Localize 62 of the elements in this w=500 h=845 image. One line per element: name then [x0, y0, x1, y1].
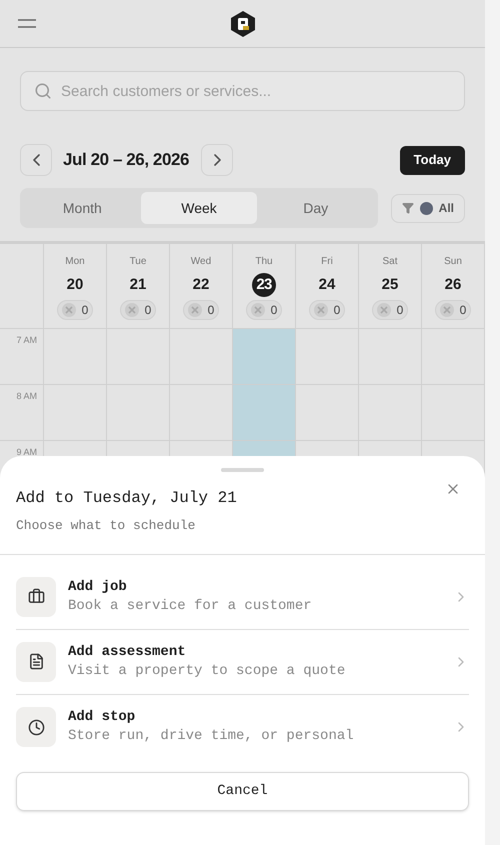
weekday-label: Tue — [130, 256, 146, 268]
clock-icon — [28, 718, 44, 736]
x-circle-icon — [62, 303, 76, 317]
day-number[interactable]: 23 — [252, 273, 276, 297]
job-count-pill: 0 — [120, 300, 156, 320]
option-row[interactable]: Add stop Store run, drive time, or personal — [16, 694, 469, 760]
day-number[interactable]: 21 — [126, 273, 150, 297]
cancel-button[interactable]: Cancel — [16, 772, 469, 810]
option-description: Visit a property to scope a quote — [68, 662, 346, 680]
previous-button[interactable] — [20, 144, 52, 176]
filter-button[interactable]: All — [390, 194, 465, 222]
option-description: Book a service for a customer — [68, 596, 313, 616]
next-button[interactable] — [201, 144, 234, 176]
day-number[interactable]: 26 — [441, 273, 465, 297]
job-count-pill: 0 — [308, 300, 346, 320]
drag-handle[interactable] — [221, 468, 264, 472]
job-count-pill: 0 — [434, 300, 472, 320]
option-row[interactable]: Add assessment Visit a property to scope a quote — [16, 630, 469, 694]
chevron-right-icon — [214, 154, 221, 166]
document-icon — [28, 653, 44, 670]
x-circle-icon — [376, 303, 391, 317]
x-circle-icon — [188, 303, 202, 317]
sheet-title: Add to Tuesday, July 21 — [16, 488, 238, 509]
day-number[interactable]: 24 — [315, 273, 339, 297]
hour-label: 8 AM — [16, 390, 37, 403]
option-title: Add stop — [68, 708, 136, 726]
job-count-pill: 0 — [182, 300, 220, 320]
hour-label: 9 AM — [16, 446, 37, 459]
view-tab[interactable]: Week — [140, 192, 258, 224]
day-number[interactable]: 22 — [189, 273, 213, 297]
view-tab[interactable]: Day — [257, 192, 374, 224]
option-description: Store run, drive time, or personal — [68, 727, 355, 746]
weekday-label: Thu — [255, 256, 273, 268]
weekday-label: Sat — [382, 256, 398, 268]
x-circle-icon — [440, 303, 454, 317]
x-circle-icon — [124, 303, 139, 317]
job-count-pill: 0 — [372, 300, 408, 320]
search-icon — [34, 82, 52, 100]
today-button[interactable]: Today — [400, 146, 465, 174]
weekday-label: Wed — [190, 256, 212, 268]
day-number[interactable]: 25 — [378, 273, 402, 297]
weekday-label: Fri — [321, 256, 333, 268]
x-circle-icon — [314, 303, 328, 317]
job-count-pill: 0 — [56, 300, 94, 320]
weekday-label: Sun — [444, 256, 462, 268]
hour-label: 7 AM — [16, 334, 37, 347]
funnel-icon — [402, 202, 414, 214]
option-title: Add job — [68, 578, 128, 596]
date-range: Jul 20 – 26, 2026 — [63, 149, 190, 172]
option-row[interactable]: Add job Book a service for a customer — [16, 564, 469, 630]
day-number[interactable]: 20 — [63, 273, 87, 297]
option-title: Add assessment — [68, 642, 187, 660]
job-count-pill: 0 — [246, 300, 282, 320]
weekday-label: Mon — [65, 256, 85, 268]
logo-icon — [229, 10, 257, 38]
x-circle-icon — [250, 303, 265, 317]
sheet-subtitle: Choose what to schedule — [16, 517, 196, 535]
search-field[interactable]: Search customers or services... — [20, 71, 465, 111]
view-tab[interactable]: Month — [24, 192, 141, 224]
briefcase-icon — [28, 588, 44, 605]
menu-icon[interactable] — [18, 19, 36, 28]
chevron-left-icon — [32, 154, 40, 166]
